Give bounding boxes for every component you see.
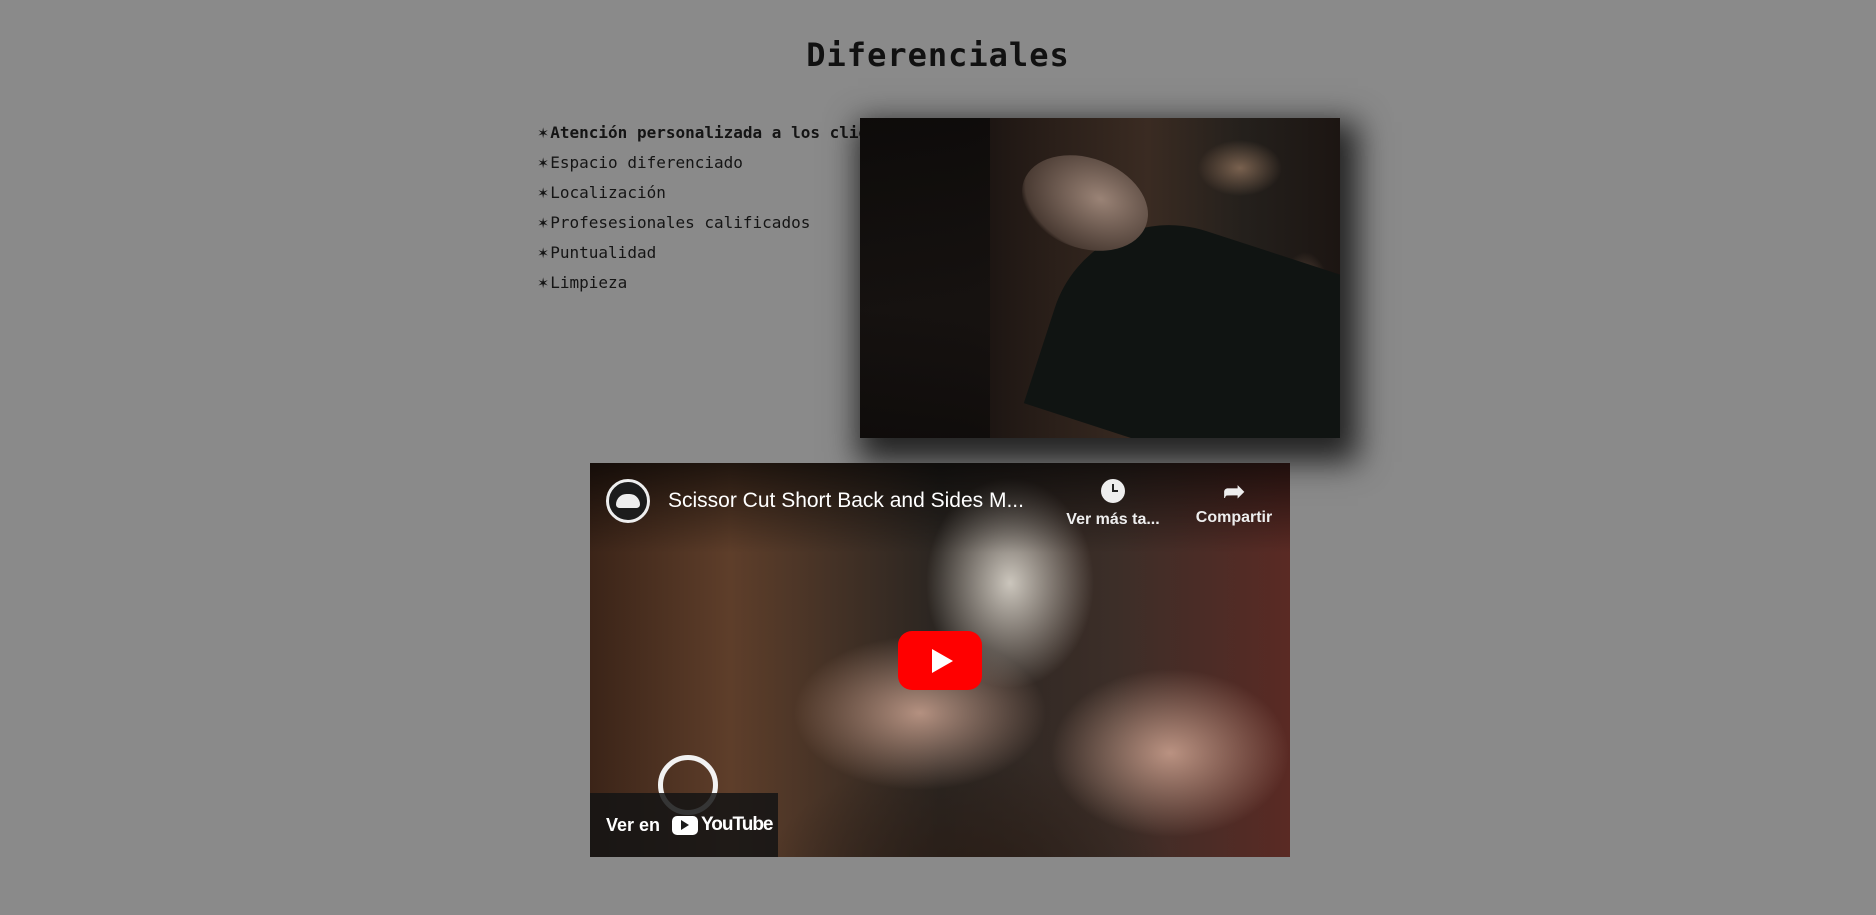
share-arrow-icon: ➦ [1223, 476, 1245, 506]
feature-label: Puntualidad [550, 243, 657, 262]
star-icon: ✶ [538, 273, 549, 293]
star-icon: ✶ [538, 153, 549, 173]
feature-label: Limpieza [550, 273, 628, 292]
feature-item: ✶ Limpieza [538, 268, 907, 298]
star-icon: ✶ [538, 183, 549, 203]
feature-label: Atención personalizada a los clientes [550, 123, 907, 142]
feature-item: ✶ Atención personalizada a los clientes [538, 118, 907, 148]
features-list: ✶ Atención personalizada a los clientes ✶… [538, 118, 907, 298]
barber-silhouette [860, 118, 990, 438]
watch-later-button[interactable]: Ver más ta... [1058, 477, 1168, 529]
feature-item: ✶ Puntualidad [538, 238, 907, 268]
watch-on-youtube-button[interactable]: Ver en YouTube [590, 793, 778, 857]
feature-label: Profesesionales calificados [550, 213, 811, 232]
mustache-icon [616, 494, 640, 508]
watch-on-label: Ver en [606, 814, 661, 835]
share-label: Compartir [1195, 509, 1273, 526]
feature-label: Localización [550, 183, 666, 202]
play-button[interactable] [898, 631, 982, 690]
barber-photo [860, 118, 1340, 438]
feature-label: Espacio diferenciado [550, 153, 743, 172]
youtube-play-icon [672, 815, 699, 835]
star-icon: ✶ [538, 243, 549, 263]
play-icon [932, 648, 953, 673]
feature-item: ✶ Espacio diferenciado [538, 148, 907, 178]
watch-later-label: Ver más ta... [1066, 511, 1160, 528]
channel-avatar[interactable] [606, 479, 650, 523]
youtube-embed[interactable]: Scissor Cut Short Back and Sides M... Ve… [590, 463, 1290, 857]
clock-icon [1101, 479, 1125, 503]
video-title-link[interactable]: Scissor Cut Short Back and Sides M... [668, 489, 1048, 513]
feature-item: ✶ Profesesionales calificados [538, 208, 907, 238]
youtube-wordmark: YouTube [701, 814, 773, 835]
star-icon: ✶ [538, 213, 549, 233]
section-title: Diferenciales [806, 36, 1070, 74]
youtube-logo: YouTube [672, 814, 774, 836]
share-button[interactable]: ➦ Compartir [1190, 477, 1278, 527]
feature-item: ✶ Localización [538, 178, 907, 208]
star-icon: ✶ [538, 123, 549, 143]
